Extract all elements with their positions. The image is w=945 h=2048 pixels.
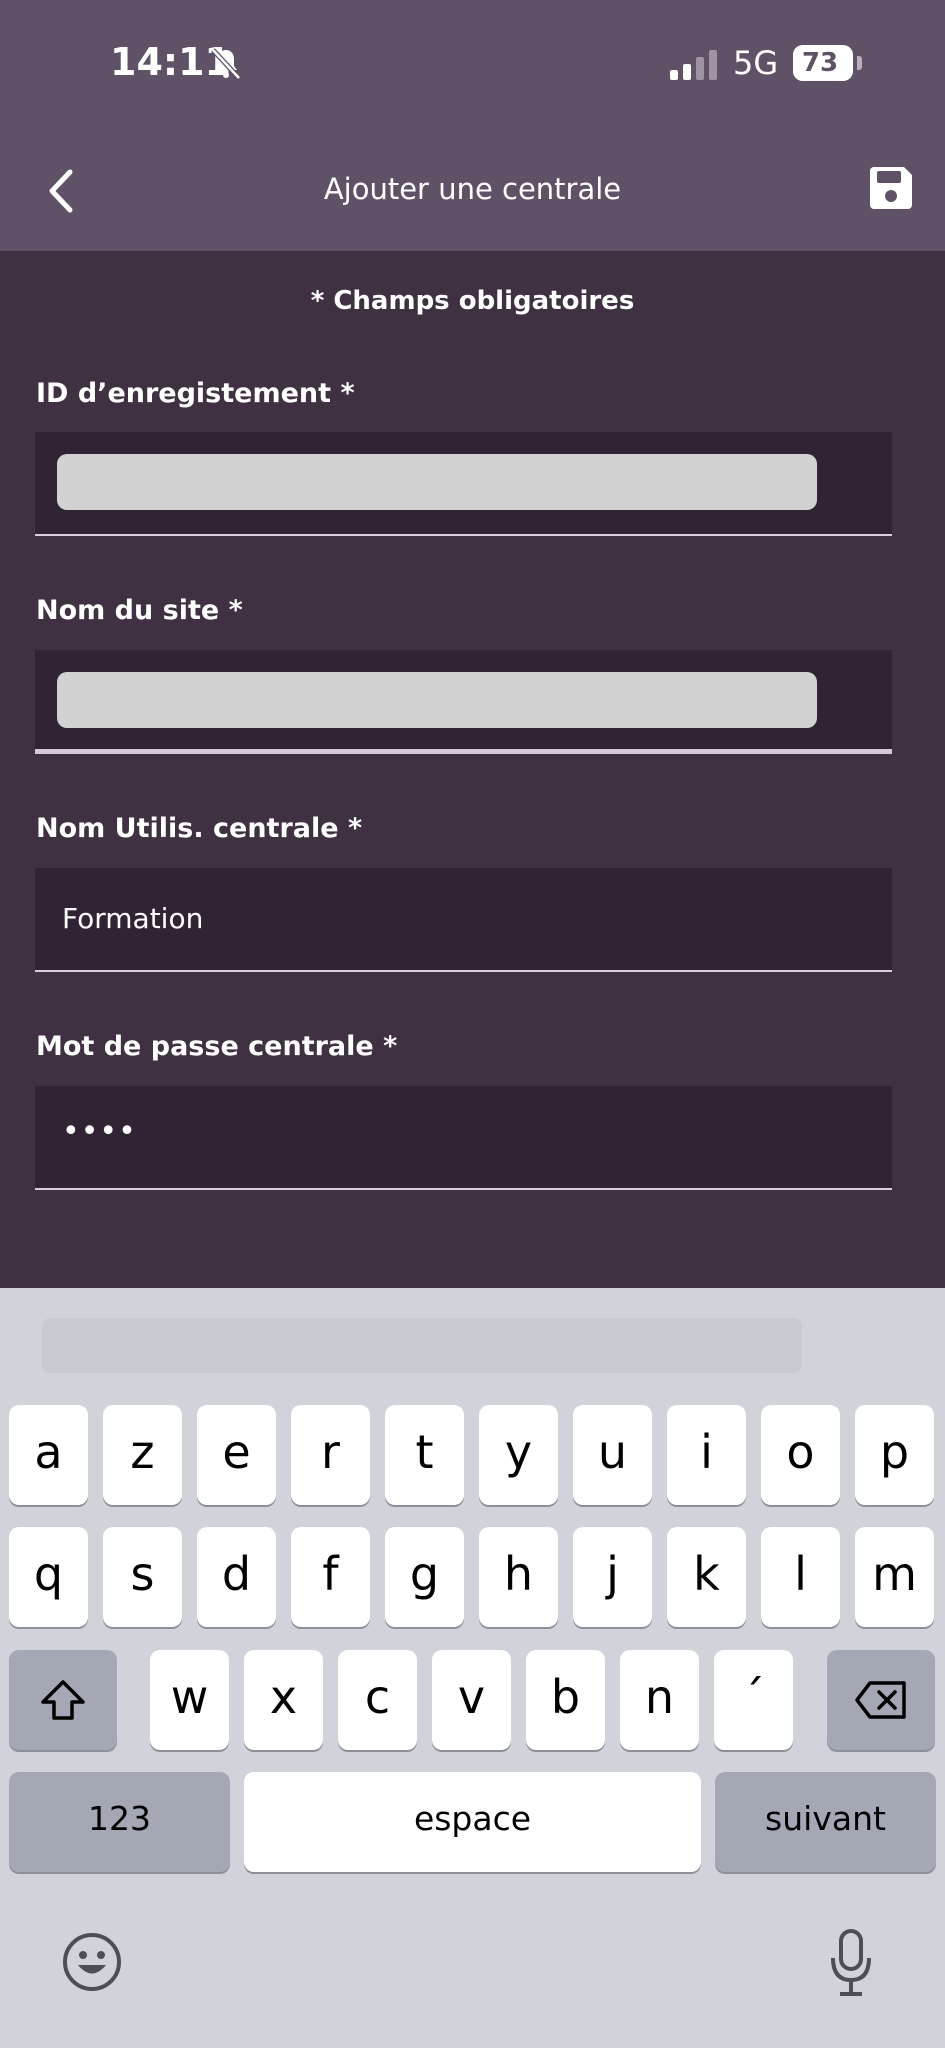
key-r[interactable]: r (291, 1405, 370, 1505)
registration-id-field[interactable] (35, 432, 892, 536)
backspace-icon (855, 1681, 906, 1719)
network-type: 5G (733, 44, 779, 82)
registration-id-input[interactable] (57, 454, 817, 510)
panel-username-field[interactable]: Formation (35, 868, 892, 972)
page-title: Ajouter une centrale (323, 172, 622, 206)
site-name-input[interactable] (57, 672, 817, 728)
key-w[interactable]: w (150, 1650, 229, 1750)
shift-key[interactable] (9, 1650, 117, 1750)
battery-cap (857, 56, 862, 70)
battery-text: 73 (801, 48, 839, 78)
bell-muted-icon (211, 48, 241, 80)
key-a[interactable]: a (9, 1405, 88, 1505)
panel-password-label: Mot de passe centrale * (36, 1031, 398, 1062)
emoji-icon[interactable] (60, 1930, 124, 1994)
key-v[interactable]: v (432, 1650, 511, 1750)
shift-arrow-icon (41, 1680, 85, 1720)
site-name-label: Nom du site * (36, 595, 243, 626)
key-l[interactable]: l (761, 1527, 840, 1627)
key-b[interactable]: b (526, 1650, 605, 1750)
key-acute[interactable]: ´ (714, 1650, 793, 1750)
key-d[interactable]: d (197, 1527, 276, 1627)
key-e[interactable]: e (197, 1405, 276, 1505)
key-o[interactable]: o (761, 1405, 840, 1505)
key-c[interactable]: c (338, 1650, 417, 1750)
signal-icon (670, 50, 717, 80)
numbers-key[interactable]: 123 (9, 1772, 230, 1872)
required-fields-note: * Champs obligatoires (310, 286, 635, 316)
panel-password-value: •••• (62, 1114, 137, 1149)
key-y[interactable]: y (479, 1405, 558, 1505)
key-h[interactable]: h (479, 1527, 558, 1627)
panel-password-field[interactable]: •••• (35, 1086, 892, 1190)
key-p[interactable]: p (855, 1405, 934, 1505)
panel-username-label: Nom Utilis. centrale * (36, 813, 363, 844)
suggestion-bar (42, 1318, 802, 1373)
microphone-icon[interactable] (828, 1928, 874, 1998)
battery-indicator: 73 (793, 45, 853, 81)
key-f[interactable]: f (291, 1527, 370, 1627)
space-key[interactable]: espace (244, 1772, 701, 1872)
key-u[interactable]: u (573, 1405, 652, 1505)
floppy-disk-icon[interactable] (866, 163, 916, 213)
key-i[interactable]: i (667, 1405, 746, 1505)
key-q[interactable]: q (9, 1527, 88, 1627)
registration-id-label: ID d’enregistement * (36, 378, 355, 409)
key-x[interactable]: x (244, 1650, 323, 1750)
top-bar: 14:11 5G 73 Ajouter une centrale (0, 0, 945, 251)
on-screen-keyboard: a z e r t y u i o p q s d f g h j k l m … (0, 1288, 945, 2048)
key-g[interactable]: g (385, 1527, 464, 1627)
panel-username-value: Formation (62, 902, 204, 935)
key-s[interactable]: s (103, 1527, 182, 1627)
key-z[interactable]: z (103, 1405, 182, 1505)
key-n[interactable]: n (620, 1650, 699, 1750)
key-k[interactable]: k (667, 1527, 746, 1627)
backspace-key[interactable] (827, 1650, 935, 1750)
key-m[interactable]: m (855, 1527, 934, 1627)
key-t[interactable]: t (385, 1405, 464, 1505)
key-j[interactable]: j (573, 1527, 652, 1627)
next-key[interactable]: suivant (715, 1772, 936, 1872)
site-name-field[interactable] (35, 650, 892, 754)
